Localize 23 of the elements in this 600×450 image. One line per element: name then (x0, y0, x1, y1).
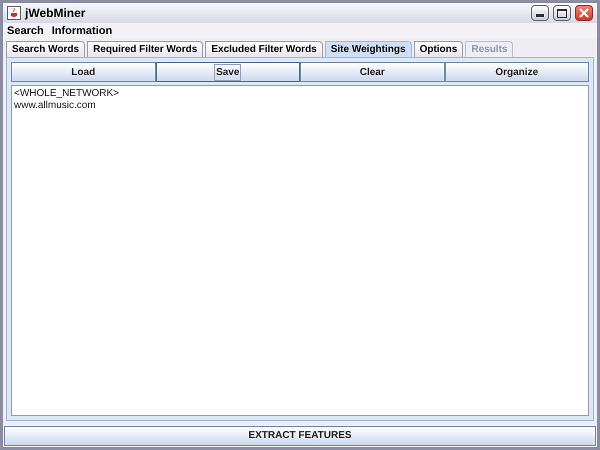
maximize-icon (557, 8, 567, 18)
text-line: www.allmusic.com (14, 100, 96, 112)
tab[interactable]: Excluded Filter Words (205, 41, 323, 57)
tab[interactable]: Site Weightings (324, 41, 412, 57)
minimize-button[interactable] (531, 5, 549, 21)
menu-item[interactable]: Information (52, 22, 112, 40)
minimize-icon (536, 14, 544, 17)
tab[interactable]: Required Filter Words (87, 41, 204, 57)
window-title: jWebMiner (25, 5, 86, 22)
close-icon (579, 8, 589, 18)
app-icon (7, 6, 21, 20)
close-button[interactable] (575, 5, 593, 21)
tab[interactable]: Search Words (6, 41, 86, 57)
toolbar-button[interactable]: Clear (300, 62, 444, 82)
text-line: <WHOLE_NETWORK> (14, 88, 120, 100)
tab[interactable]: Options (414, 41, 464, 57)
maximize-button[interactable] (553, 5, 571, 21)
text-area[interactable]: <WHOLE_NETWORK> www.allmusic.com (11, 85, 589, 416)
extract-features-button[interactable]: EXTRACT FEATURES (4, 426, 596, 446)
menu-item[interactable]: Search (7, 22, 44, 40)
toolbar-button[interactable]: Save (156, 62, 300, 82)
toolbar-button[interactable]: Organize (444, 62, 589, 82)
toolbar-button[interactable]: Load (11, 62, 156, 82)
